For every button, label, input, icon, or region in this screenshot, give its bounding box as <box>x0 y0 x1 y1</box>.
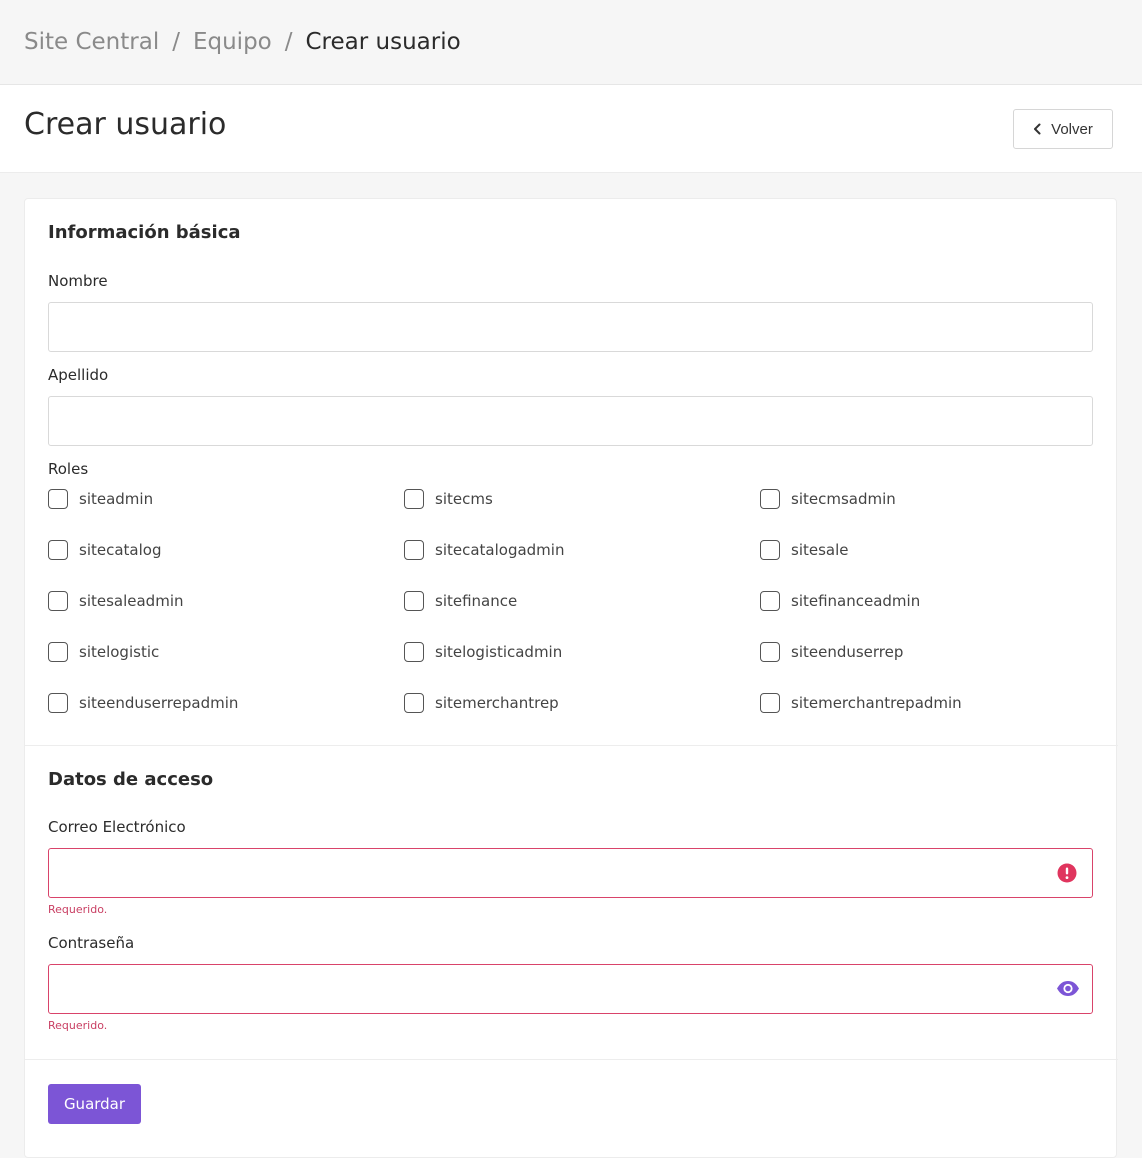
password-label: Contraseña <box>48 934 135 952</box>
basic-info-title: Información básica <box>48 222 241 243</box>
eye-icon[interactable] <box>1056 980 1080 997</box>
breadcrumb: Site Central / Equipo / Crear usuario <box>0 0 1142 85</box>
breadcrumb-separator: / <box>172 29 180 55</box>
nombre-label: Nombre <box>48 272 108 290</box>
access-data-title: Datos de acceso <box>48 769 214 790</box>
role-option-sitecatalogadmin[interactable]: sitecatalogadmin <box>404 539 564 561</box>
role-label: siteadmin <box>79 490 154 508</box>
role-option-siteenduserrep[interactable]: siteenduserrep <box>760 641 903 663</box>
role-label: sitecmsadmin <box>791 490 896 508</box>
role-option-sitecmsadmin[interactable]: sitecmsadmin <box>760 488 896 510</box>
apellido-input[interactable] <box>48 396 1093 446</box>
breadcrumb-site-central[interactable]: Site Central <box>24 29 159 55</box>
role-checkbox[interactable] <box>760 642 780 662</box>
page-header: Crear usuario Volver <box>0 85 1142 173</box>
role-checkbox[interactable] <box>760 693 780 713</box>
role-checkbox[interactable] <box>760 540 780 560</box>
role-option-sitecms[interactable]: sitecms <box>404 488 493 510</box>
role-option-sitesaleadmin[interactable]: sitesaleadmin <box>48 590 184 612</box>
role-checkbox[interactable] <box>404 642 424 662</box>
role-checkbox[interactable] <box>48 591 68 611</box>
role-checkbox[interactable] <box>404 540 424 560</box>
role-label: sitelogistic <box>79 643 160 661</box>
role-label: sitefinance <box>435 592 518 610</box>
role-option-sitefinanceadmin[interactable]: sitefinanceadmin <box>760 590 920 612</box>
password-input[interactable] <box>48 964 1093 1014</box>
email-input[interactable] <box>48 848 1093 898</box>
breadcrumb-current: Crear usuario <box>305 29 461 55</box>
apellido-label: Apellido <box>48 366 109 384</box>
role-checkbox[interactable] <box>48 693 68 713</box>
role-label: sitesale <box>791 541 849 559</box>
role-option-sitelogisticadmin[interactable]: sitelogisticadmin <box>404 641 562 663</box>
breadcrumb-separator: / <box>284 29 293 55</box>
role-label: sitecatalog <box>79 541 162 559</box>
page-title: Crear usuario <box>24 107 227 142</box>
back-button-label: Volver <box>1051 120 1093 138</box>
error-icon <box>1057 863 1077 883</box>
email-error-text: Requerido. <box>48 903 108 916</box>
user-form-card: Información básica Nombre Apellido Roles… <box>24 198 1118 1158</box>
role-checkbox[interactable] <box>404 489 424 509</box>
role-checkbox[interactable] <box>404 591 424 611</box>
role-checkbox[interactable] <box>404 693 424 713</box>
role-label: siteenduserrepadmin <box>79 694 239 712</box>
breadcrumb-equipo[interactable]: Equipo <box>193 29 272 55</box>
role-label: sitelogisticadmin <box>435 643 563 661</box>
role-label: sitecatalogadmin <box>435 541 565 559</box>
role-option-siteadmin[interactable]: siteadmin <box>48 488 153 510</box>
role-label: sitemerchantrepadmin <box>791 694 962 712</box>
password-error-text: Requerido. <box>48 1019 108 1032</box>
section-divider <box>25 1059 1118 1060</box>
roles-label: Roles <box>48 460 89 478</box>
chevron-left-icon <box>1034 123 1041 135</box>
role-option-sitemerchantrep[interactable]: sitemerchantrep <box>404 692 559 714</box>
save-button[interactable]: Guardar <box>48 1084 141 1124</box>
role-checkbox[interactable] <box>48 540 68 560</box>
nombre-input[interactable] <box>48 302 1093 352</box>
role-option-sitesale[interactable]: sitesale <box>760 539 849 561</box>
role-checkbox[interactable] <box>48 642 68 662</box>
role-checkbox[interactable] <box>48 489 68 509</box>
role-option-sitelogistic[interactable]: sitelogistic <box>48 641 159 663</box>
role-option-siteenduserrepadmin[interactable]: siteenduserrepadmin <box>48 692 238 714</box>
role-label: sitefinanceadmin <box>791 592 921 610</box>
role-checkbox[interactable] <box>760 591 780 611</box>
role-option-sitecatalog[interactable]: sitecatalog <box>48 539 161 561</box>
role-label: siteenduserrep <box>791 643 904 661</box>
role-option-sitemerchantrepadmin[interactable]: sitemerchantrepadmin <box>760 692 962 714</box>
role-label: sitemerchantrep <box>435 694 559 712</box>
role-checkbox[interactable] <box>760 489 780 509</box>
back-button[interactable]: Volver <box>1013 109 1113 149</box>
section-divider <box>25 745 1118 746</box>
role-option-sitefinance[interactable]: sitefinance <box>404 590 517 612</box>
email-label: Correo Electrónico <box>48 818 186 836</box>
role-label: sitesaleadmin <box>79 592 184 610</box>
role-label: sitecms <box>435 490 493 508</box>
